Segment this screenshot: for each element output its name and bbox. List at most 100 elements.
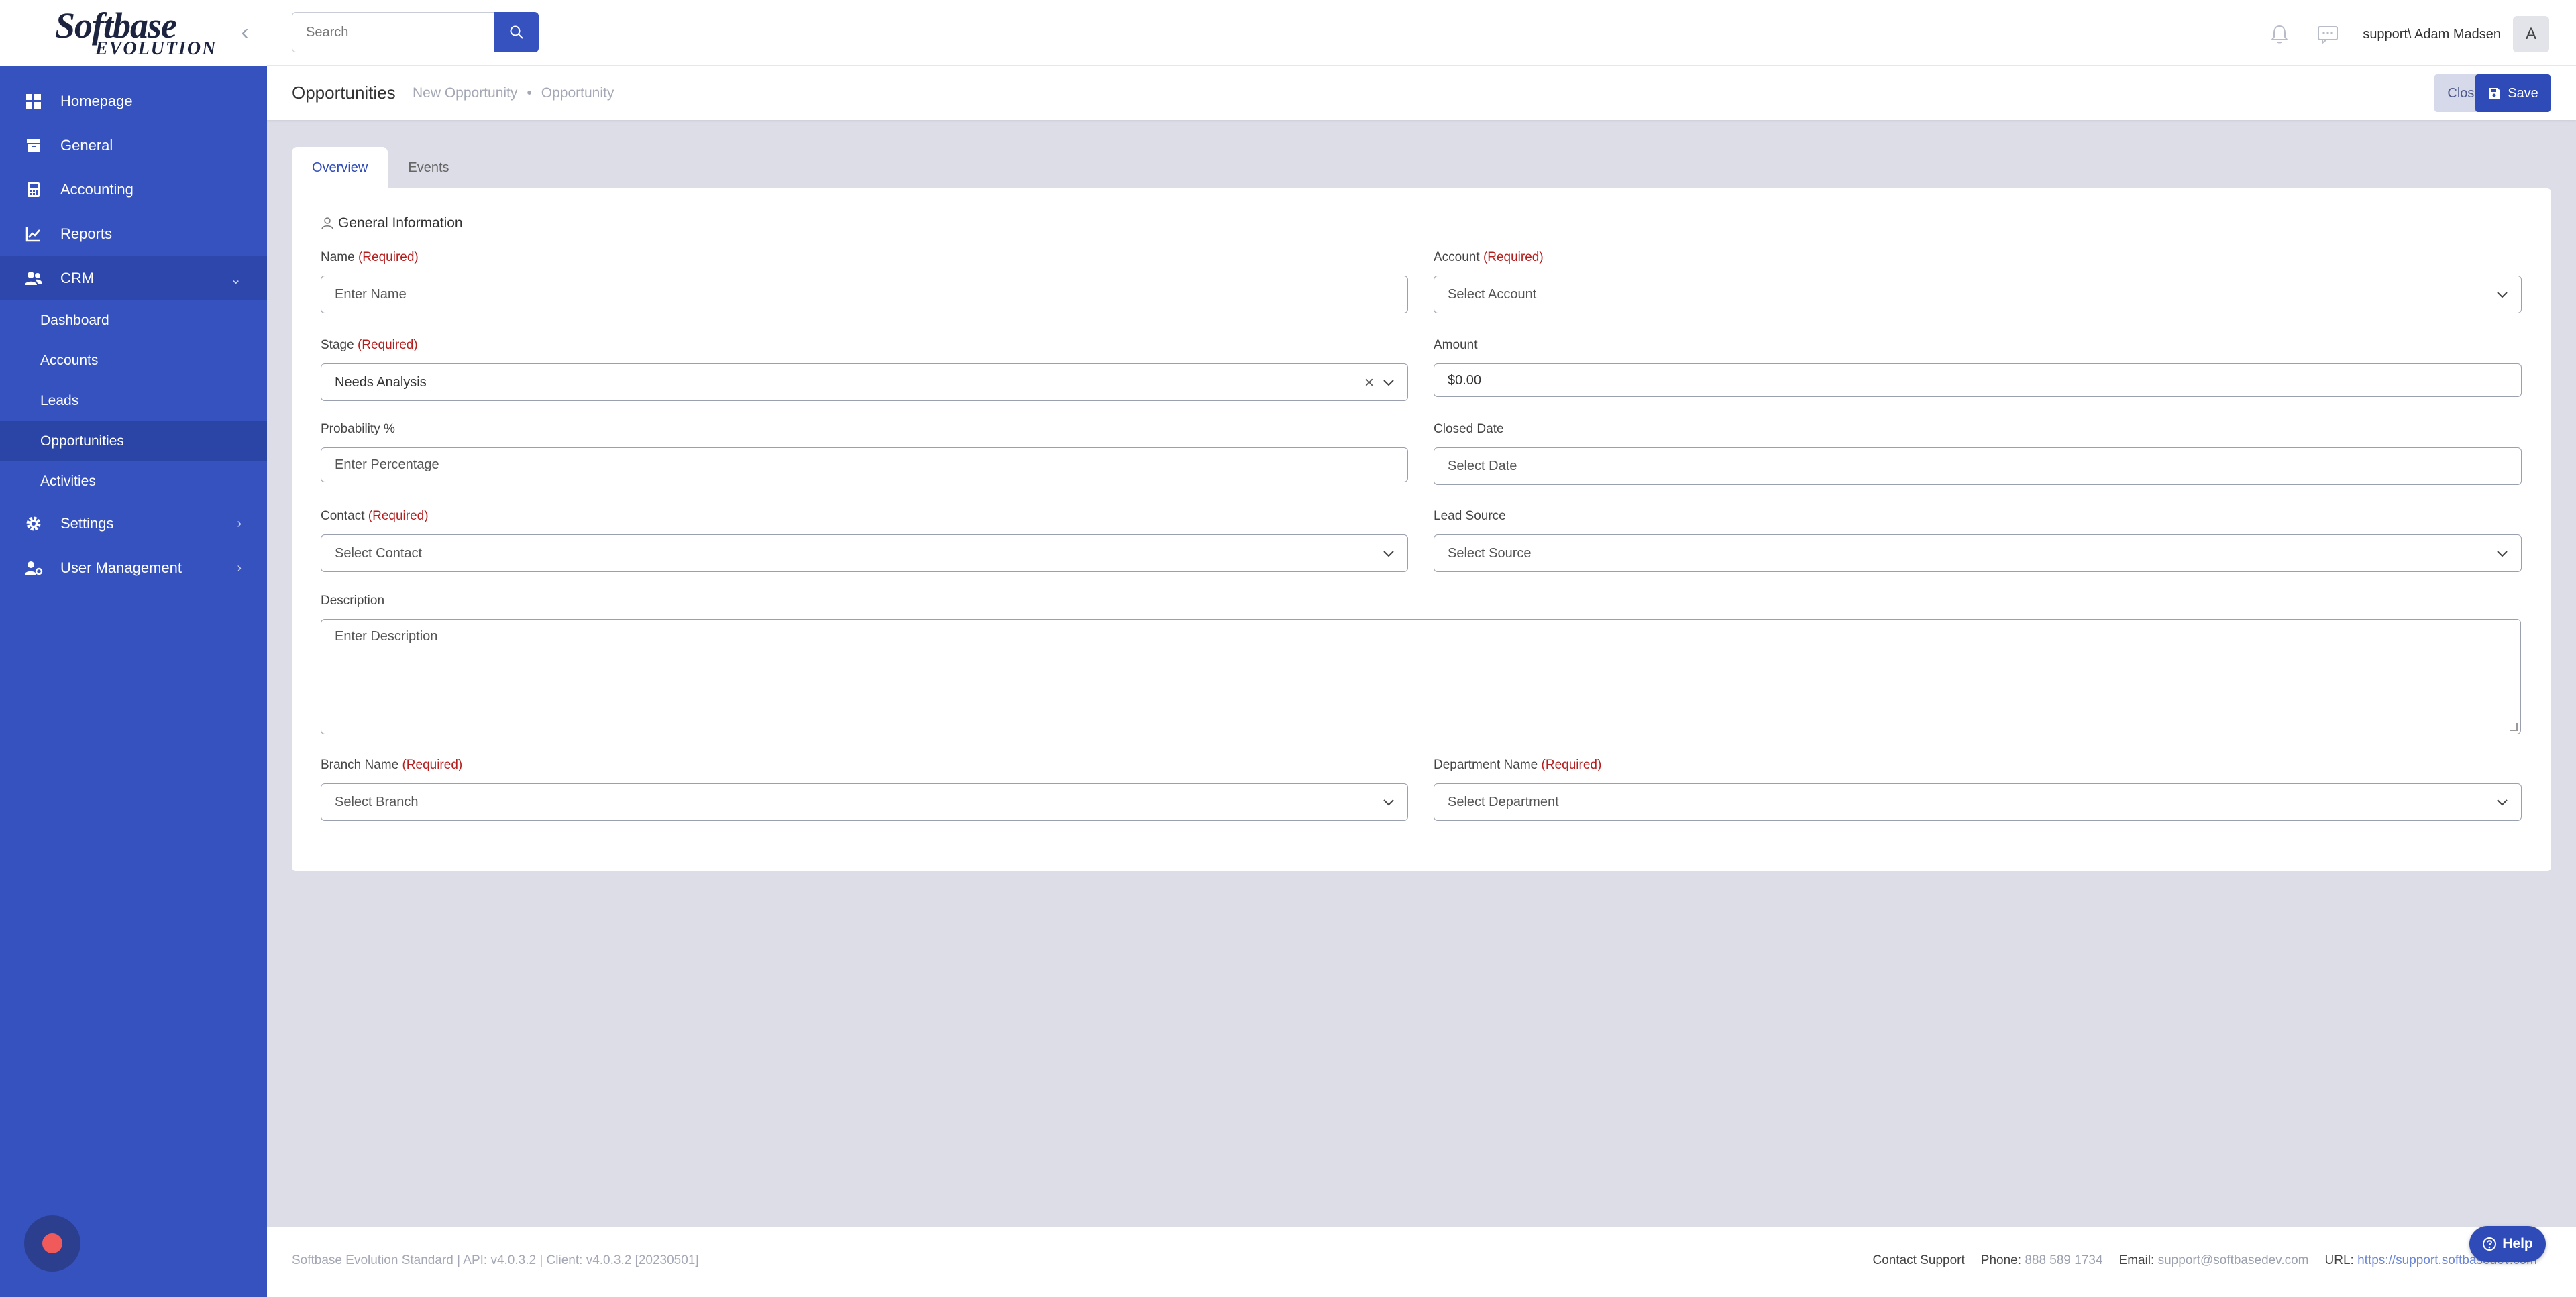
- save-icon: [2489, 88, 2500, 99]
- search-bar: [292, 12, 539, 52]
- description-textarea[interactable]: Enter Description: [321, 619, 2521, 734]
- tab-events[interactable]: Events: [388, 147, 469, 188]
- sidebar-item-label: General: [60, 137, 113, 154]
- message-icon[interactable]: [2314, 21, 2341, 48]
- amount-value: $0.00: [1448, 372, 1482, 388]
- clear-icon[interactable]: ×: [1364, 375, 1374, 391]
- version-info: Softbase Evolution Standard | API: v4.0.…: [292, 1253, 699, 1267]
- probability-input[interactable]: Enter Percentage: [321, 447, 1408, 482]
- label-text: Stage: [321, 338, 354, 352]
- save-button[interactable]: Save: [2475, 74, 2551, 112]
- closed-date-field: Closed Date Select Date: [1434, 422, 2522, 485]
- sidebar-item-accounting[interactable]: Accounting: [0, 168, 267, 212]
- amount-input[interactable]: $0.00: [1434, 363, 2522, 397]
- top-right-area: support\ Adam Madsen A: [2266, 16, 2549, 52]
- probability-placeholder: Enter Percentage: [335, 457, 439, 472]
- sidebar-item-crm[interactable]: CRM ⌄: [0, 256, 267, 300]
- search-button[interactable]: [494, 12, 539, 52]
- record-button[interactable]: [24, 1215, 80, 1272]
- resize-handle-icon[interactable]: [2510, 723, 2518, 731]
- contact-select[interactable]: Select Contact: [321, 534, 1408, 572]
- lead-source-placeholder: Select Source: [1448, 545, 1532, 561]
- label-text: Account: [1434, 250, 1480, 264]
- contact-placeholder: Select Contact: [335, 545, 423, 561]
- required-tag: (Required): [1483, 250, 1544, 264]
- chevron-down-icon: [1383, 551, 1394, 557]
- user-name[interactable]: support\ Adam Madsen: [2363, 27, 2501, 42]
- sidebar-item-general[interactable]: General: [0, 123, 267, 168]
- sidebar-item-settings[interactable]: Settings ›: [0, 502, 267, 546]
- name-input[interactable]: Enter Name: [321, 276, 1408, 313]
- sidebar-item-homepage[interactable]: Homepage: [0, 79, 267, 123]
- save-label: Save: [2508, 85, 2538, 101]
- search-input[interactable]: [292, 12, 494, 52]
- avatar[interactable]: A: [2513, 16, 2549, 52]
- chevron-down-icon: [2497, 799, 2508, 806]
- sidebar: Softbase EVOLUTION ‹ Homepage General Ac…: [0, 0, 267, 1297]
- email-label: Email:: [2118, 1253, 2155, 1267]
- chevron-down-icon: [1383, 799, 1394, 806]
- required-tag: (Required): [358, 250, 419, 264]
- department-placeholder: Select Department: [1448, 794, 1559, 809]
- lead-source-field: Lead Source Select Source: [1434, 509, 2522, 572]
- chart-line-icon: [24, 225, 43, 243]
- form-card: General Information Name (Required) Ente…: [292, 188, 2551, 871]
- required-tag: (Required): [402, 758, 463, 772]
- sidebar-subitem-leads[interactable]: Leads: [0, 381, 267, 421]
- label-text: Name: [321, 250, 355, 264]
- account-select[interactable]: Select Account: [1434, 276, 2522, 313]
- required-tag: (Required): [1541, 758, 1602, 772]
- stage-select[interactable]: Needs Analysis ×: [321, 363, 1408, 401]
- email-info: Email: support@softbasedev.com: [2119, 1253, 2309, 1268]
- closed-date-input[interactable]: Select Date: [1434, 447, 2522, 485]
- chevron-right-icon: ›: [237, 561, 241, 575]
- sidebar-subitem-accounts[interactable]: Accounts: [0, 341, 267, 381]
- tab-overview[interactable]: Overview: [292, 147, 388, 188]
- sidebar-subitem-dashboard[interactable]: Dashboard: [0, 300, 267, 341]
- name-placeholder: Enter Name: [335, 286, 407, 302]
- sidebar-item-user-management[interactable]: User Management ›: [0, 546, 267, 590]
- department-label: Department Name (Required): [1434, 758, 2522, 775]
- page-title: Opportunities: [292, 82, 396, 103]
- topbar: support\ Adam Madsen A: [267, 0, 2576, 66]
- help-icon: [2483, 1237, 2497, 1251]
- sidebar-item-label: CRM: [60, 270, 95, 286]
- breadcrumb-item[interactable]: New Opportunity: [413, 85, 517, 101]
- sidebar-item-reports[interactable]: Reports: [0, 212, 267, 256]
- user-gear-icon: [24, 559, 43, 577]
- search-icon: [510, 25, 523, 39]
- chevron-right-icon: ›: [237, 516, 241, 531]
- email-value[interactable]: support@softbasedev.com: [2158, 1253, 2309, 1267]
- department-field: Department Name (Required) Select Depart…: [1434, 758, 2522, 821]
- grid-icon: [24, 92, 43, 111]
- required-tag: (Required): [368, 509, 429, 523]
- description-placeholder: Enter Description: [335, 629, 438, 644]
- logo: Softbase EVOLUTION: [55, 7, 217, 58]
- collapse-sidebar-icon[interactable]: ‹: [235, 20, 255, 44]
- amount-label: Amount: [1434, 338, 1478, 352]
- lead-source-select[interactable]: Select Source: [1434, 534, 2522, 572]
- sidebar-subitem-activities[interactable]: Activities: [0, 461, 267, 502]
- user-icon: [321, 217, 333, 230]
- tab-bar: Overview Events: [292, 147, 470, 188]
- lead-source-label: Lead Source: [1434, 509, 1506, 523]
- sidebar-subitem-opportunities[interactable]: Opportunities: [0, 421, 267, 461]
- users-icon: [24, 269, 43, 288]
- amount-field: Amount $0.00: [1434, 338, 2522, 397]
- phone-value: 888 589 1734: [2025, 1253, 2103, 1267]
- label-text: Branch Name: [321, 758, 399, 772]
- sidebar-item-label: Accounting: [60, 181, 133, 198]
- description-field: Description Enter Description: [321, 594, 2521, 734]
- archive-icon: [24, 136, 43, 155]
- sidebar-nav: Homepage General Accounting Reports CRM: [0, 66, 267, 590]
- page-header: Opportunities New Opportunity • Opportun…: [267, 66, 2576, 120]
- name-field: Name (Required) Enter Name: [321, 250, 1408, 313]
- branch-select[interactable]: Select Branch: [321, 783, 1408, 821]
- bell-icon[interactable]: [2266, 21, 2293, 48]
- help-button[interactable]: Help: [2469, 1226, 2546, 1262]
- sidebar-item-label: Reports: [60, 225, 113, 242]
- account-placeholder: Select Account: [1448, 286, 1537, 302]
- department-select[interactable]: Select Department: [1434, 783, 2522, 821]
- label-text: Contact: [321, 509, 365, 523]
- sidebar-item-label: User Management: [60, 559, 182, 576]
